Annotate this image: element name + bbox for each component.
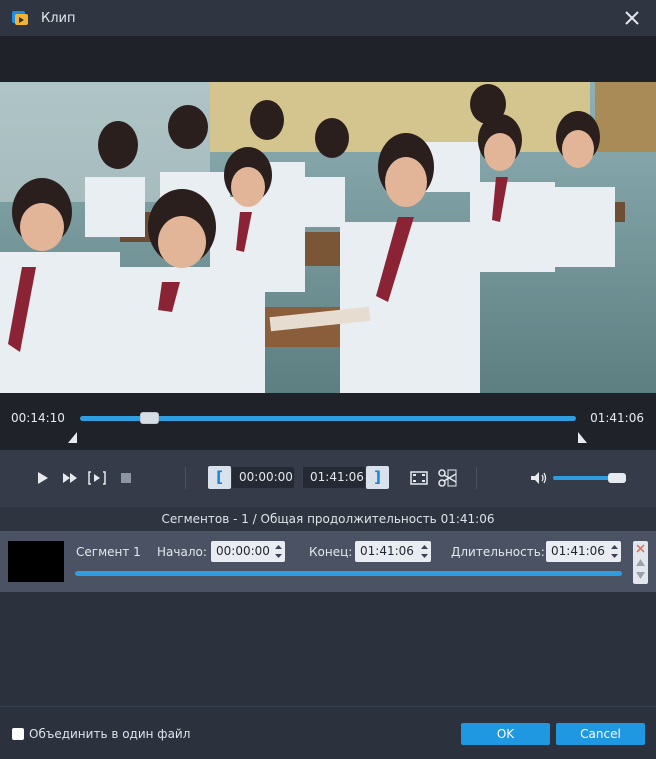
segment-row[interactable]: Сегмент 1 Начало: 00:00:00 Конец: 01:41:… xyxy=(0,531,656,592)
close-icon[interactable] xyxy=(622,8,642,28)
segment-range-bar xyxy=(75,571,622,576)
clip-end-marker[interactable] xyxy=(577,432,587,443)
next-frame-icon[interactable] xyxy=(86,467,108,489)
clip-start-time[interactable]: 00:00:00 xyxy=(232,467,294,488)
app-icon xyxy=(12,11,28,25)
delete-icon[interactable] xyxy=(635,543,646,554)
video-preview: 00:14:10 01:41:06 xyxy=(0,36,656,450)
segment-end-field[interactable]: 01:41:06 xyxy=(355,541,431,562)
stop-icon[interactable] xyxy=(115,467,137,489)
segment-start-label: Начало: xyxy=(157,545,207,559)
segment-thumbnail xyxy=(8,541,64,582)
set-end-button[interactable]: ] xyxy=(366,466,389,489)
segment-start-value: 00:00:00 xyxy=(216,544,270,558)
window-title: Клип xyxy=(41,11,76,26)
ok-button[interactable]: OK xyxy=(461,723,550,745)
timeline-playhead[interactable] xyxy=(139,412,159,424)
segment-list-area xyxy=(0,592,656,706)
merge-label[interactable]: Объединить в один файл xyxy=(29,727,190,741)
clip-start-marker[interactable] xyxy=(68,432,78,443)
segment-end-label: Конец: xyxy=(309,545,353,559)
fast-forward-icon[interactable] xyxy=(59,467,81,489)
move-down-icon[interactable] xyxy=(635,571,646,580)
title-bar: Клип xyxy=(0,0,656,36)
current-time: 00:14:10 xyxy=(11,411,65,425)
spinner-icon[interactable] xyxy=(275,544,282,559)
crop-icon[interactable] xyxy=(408,467,430,489)
divider xyxy=(476,467,477,489)
divider xyxy=(185,467,186,489)
segment-duration-label: Длительность: xyxy=(451,545,545,559)
video-frame xyxy=(0,82,656,393)
volume-icon[interactable] xyxy=(527,467,549,489)
segment-end-value: 01:41:06 xyxy=(360,544,414,558)
spinner-icon[interactable] xyxy=(421,544,428,559)
cancel-button[interactable]: Cancel xyxy=(556,723,645,745)
volume-knob[interactable] xyxy=(607,473,626,483)
dialog-footer: Объединить в один файл OK Cancel xyxy=(0,706,656,759)
segment-start-field[interactable]: 00:00:00 xyxy=(211,541,285,562)
set-start-button[interactable]: [ xyxy=(208,466,231,489)
segment-duration-field[interactable]: 01:41:06 xyxy=(546,541,621,562)
segments-summary: Сегментов - 1 / Общая продолжительность … xyxy=(0,507,656,531)
merge-checkbox[interactable] xyxy=(12,728,24,740)
segment-name: Сегмент 1 xyxy=(76,545,141,559)
cut-icon[interactable] xyxy=(436,467,458,489)
segment-side-controls xyxy=(633,541,648,584)
clip-end-time[interactable]: 01:41:06 xyxy=(303,467,365,488)
segment-duration-value: 01:41:06 xyxy=(551,544,605,558)
move-up-icon[interactable] xyxy=(635,558,646,567)
spinner-icon[interactable] xyxy=(611,544,618,559)
total-time: 01:41:06 xyxy=(590,411,644,425)
play-icon[interactable] xyxy=(31,467,53,489)
